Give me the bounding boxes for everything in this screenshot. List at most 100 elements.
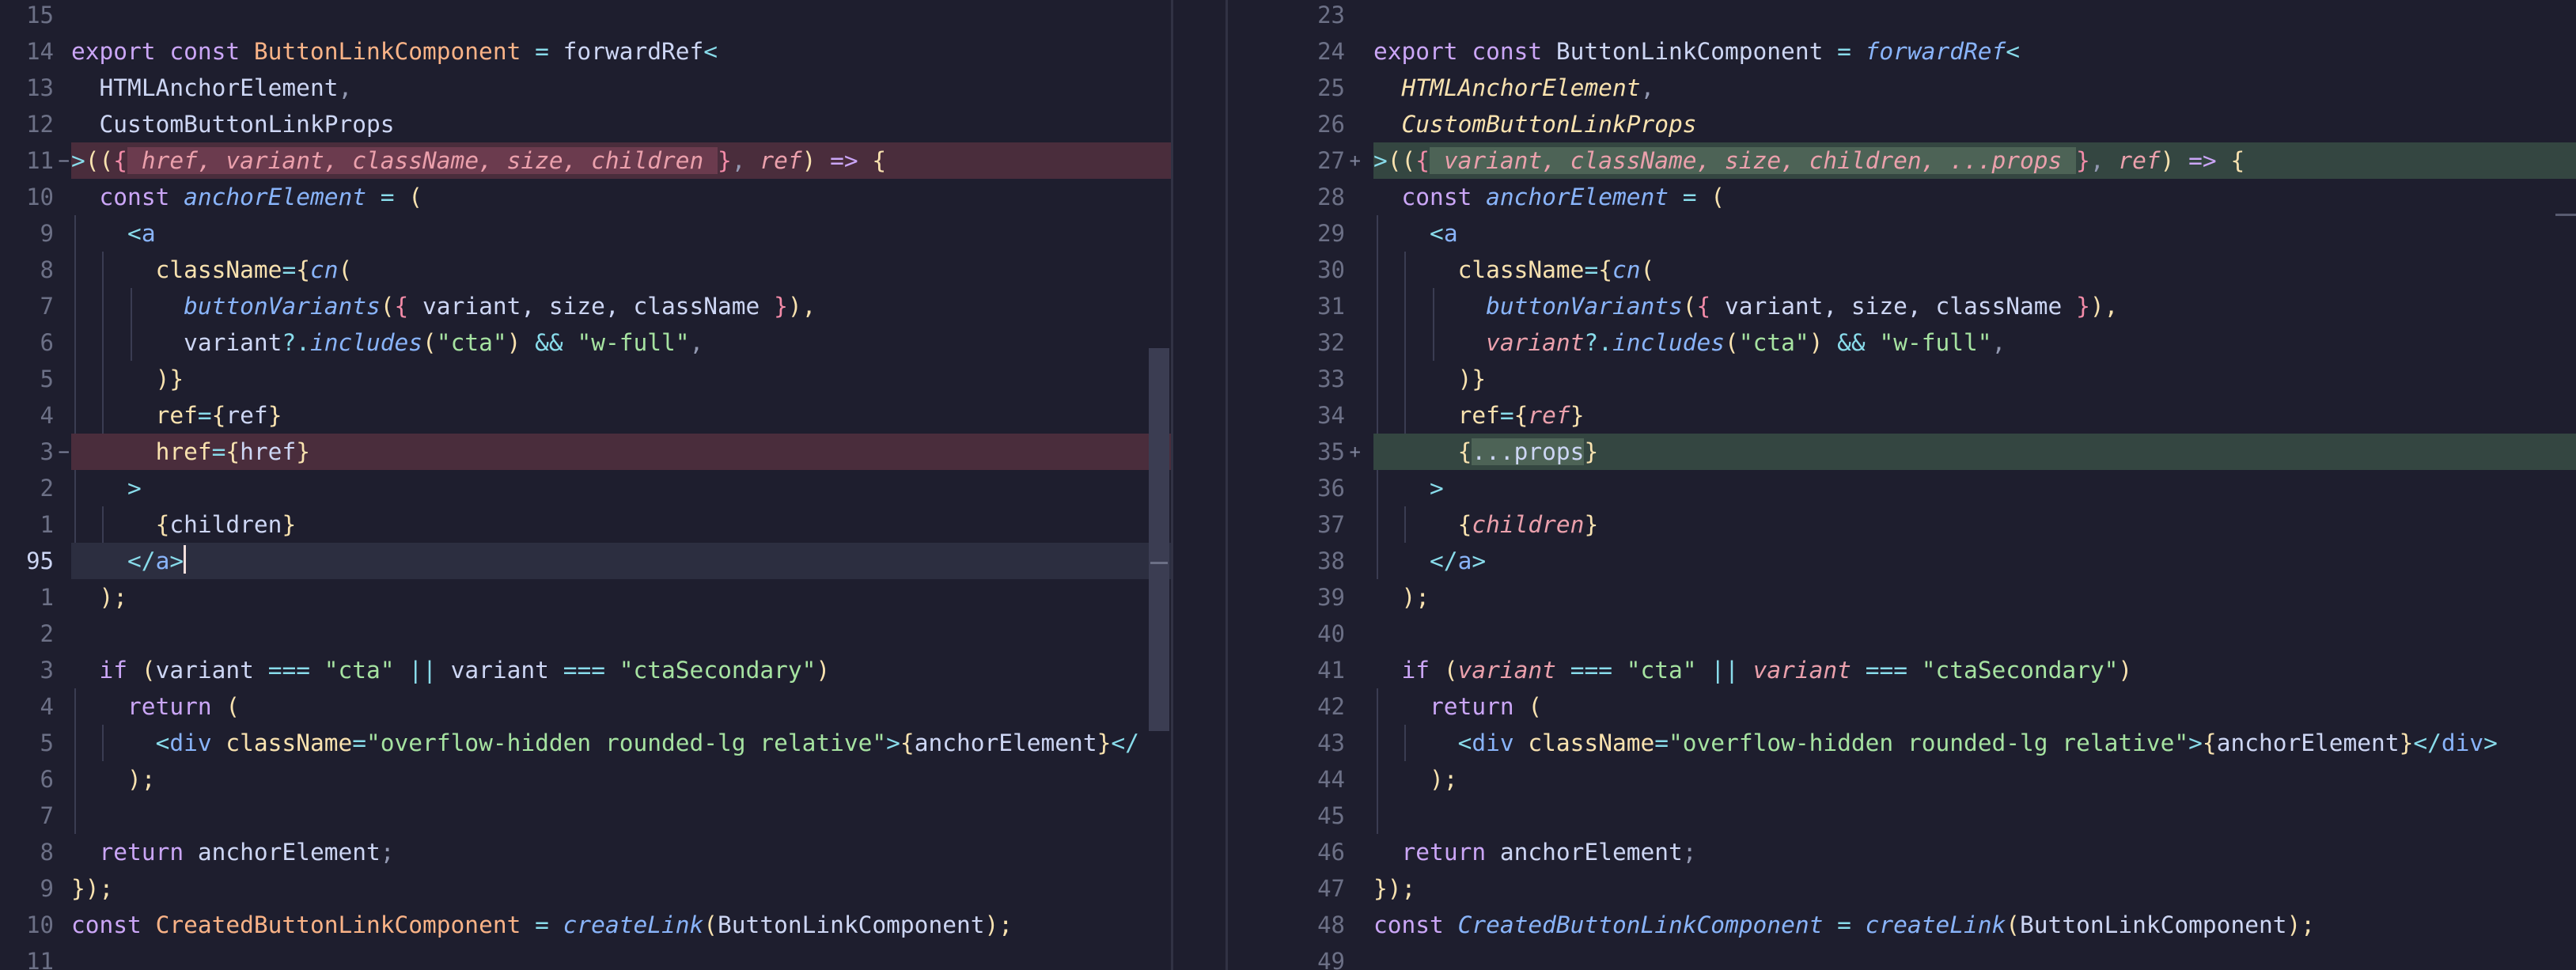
code-token: { [394,293,409,320]
code-token: export const [1373,38,1556,65]
right-diff-pane[interactable]: 23 24 25 26 27 +28 29 30 31 32 33 34 35 +36 37 38 39 40 41… [1228,0,2576,970]
code-token: return [1401,839,1500,866]
code-line[interactable] [71,943,1171,970]
code-token: createLink [1865,911,2006,938]
code-line[interactable] [71,798,1171,834]
right-code-area[interactable]: export const ButtonLinkComponent = forwa… [1373,0,2576,970]
code-line[interactable] [1373,0,2576,33]
code-token: { [1457,511,1472,538]
code-token: variant [1486,329,1585,356]
left-diff-pane[interactable]: 15 14 13 12 11−10 9 8 7 6 5 4 3−2 1 95 1 2 3 4 5 6 7 8 9 10 11 e… [0,0,1171,970]
code-token: createLink [563,911,704,938]
code-line[interactable]: HTMLAnchorElement, [71,70,1171,106]
code-token: children [169,511,282,538]
code-line[interactable]: CustomButtonLinkProps [71,106,1171,142]
code-line[interactable]: buttonVariants({ variant, size, classNam… [1373,288,2576,324]
code-line[interactable]: className={cn( [1373,252,2576,288]
code-line[interactable]: > [71,470,1171,506]
code-line[interactable] [71,0,1171,33]
code-line[interactable]: return ( [71,688,1171,725]
right-line-number-gutter[interactable]: 23 24 25 26 27 +28 29 30 31 32 33 34 35 +36 37 38 39 40 41… [1228,0,1362,970]
left-scrollbar[interactable] [1149,0,1169,970]
left-line-number-gutter[interactable]: 15 14 13 12 11−10 9 8 7 6 5 4 3−2 1 95 1 2 3 4 5 6 7 8 9 10 11 [0,0,71,970]
code-token: variant [155,657,268,684]
added-line-marker[interactable]: + [1350,434,1361,470]
code-line[interactable]: const CreatedButtonLinkComponent = creat… [1373,907,2576,943]
code-line[interactable]: <a [1373,215,2576,252]
code-token: { [1513,402,1529,429]
code-line[interactable]: className={cn( [71,252,1171,288]
code-line[interactable]: > [1373,470,2576,506]
code-line[interactable]: return ( [1373,688,2576,725]
deleted-code-line[interactable]: href={href} [71,434,1171,470]
code-token: HTMLAnchorElement [99,74,339,101]
code-line[interactable]: ); [71,761,1171,798]
code-line[interactable]: if (variant === "cta" || variant === "ct… [1373,652,2576,688]
code-token: ?. [1584,329,1612,356]
code-line[interactable]: ); [71,579,1171,616]
code-line[interactable]: export const ButtonLinkComponent = forwa… [1373,33,2576,70]
code-token: } [718,147,732,174]
code-line[interactable]: </a> [1373,543,2576,579]
code-line[interactable]: ); [1373,579,2576,616]
line-number: 2 [40,620,54,647]
code-token: href [240,438,297,465]
code-line[interactable]: HTMLAnchorElement, [1373,70,2576,106]
diff-pane-divider[interactable] [1171,0,1228,970]
code-line[interactable] [1373,798,2576,834]
line-number: 32 [1317,329,1345,356]
code-token: buttonVariants [184,293,381,320]
code-line[interactable]: <div className="overflow-hidden rounded-… [71,725,1171,761]
added-code-line[interactable]: >(({ variant, className, size, children,… [1373,142,2576,179]
left-code-area[interactable]: export const ButtonLinkComponent = forwa… [71,0,1171,970]
deleted-line-marker[interactable]: − [59,142,70,179]
code-line[interactable]: variant?.includes("cta") && "w-full", [71,324,1171,361]
code-line[interactable] [1373,943,2576,970]
code-line[interactable]: const anchorElement = ( [1373,179,2576,215]
code-token: } [1584,511,1599,538]
code-line[interactable]: )} [1373,361,2576,397]
code-line[interactable]: if (variant === "cta" || variant === "ct… [71,652,1171,688]
code-line[interactable]: return anchorElement; [1373,834,2576,870]
code-token: { [2202,729,2217,756]
code-token: = [197,402,212,429]
code-line[interactable]: ref={ref} [71,397,1171,434]
code-line[interactable]: {children} [1373,506,2576,543]
code-line[interactable]: const CreatedButtonLinkComponent = creat… [71,907,1171,943]
code-line[interactable]: }); [71,870,1171,907]
code-line[interactable] [71,616,1171,652]
code-line[interactable]: ref={ref} [1373,397,2576,434]
code-line[interactable]: <div className="overflow-hidden rounded-… [1373,725,2576,761]
code-line[interactable]: export const ButtonLinkComponent = forwa… [71,33,1171,70]
code-line[interactable]: <a [71,215,1171,252]
code-line[interactable]: ); [1373,761,2576,798]
code-token: (( [85,147,114,174]
left-scrollbar-thumb[interactable] [1149,348,1169,731]
code-line[interactable] [1373,616,2576,652]
code-line[interactable]: variant?.includes("cta") && "w-full", [1373,324,2576,361]
line-number: 9 [40,875,54,902]
code-line[interactable]: buttonVariants({ variant, size, classNam… [71,288,1171,324]
code-line[interactable]: const anchorElement = ( [71,179,1171,215]
added-code-line[interactable]: {...props} [1373,434,2576,470]
code-token: "w-full" [577,329,690,356]
code-line[interactable]: {children} [71,506,1171,543]
code-token: ( [338,256,353,283]
current-code-line[interactable]: </a> [71,543,1171,579]
code-token: , [1640,74,1655,101]
code-line[interactable]: )} [71,361,1171,397]
code-token: "ctaSecondary" [1921,657,2119,684]
added-line-marker[interactable]: + [1350,142,1361,179]
deleted-code-line[interactable]: >(({ href, variant, className, size, chi… [71,142,1171,179]
code-line[interactable]: return anchorElement; [71,834,1171,870]
code-line[interactable]: CustomButtonLinkProps [1373,106,2576,142]
deleted-line-marker[interactable]: − [59,434,70,470]
code-line[interactable]: }); [1373,870,2576,907]
